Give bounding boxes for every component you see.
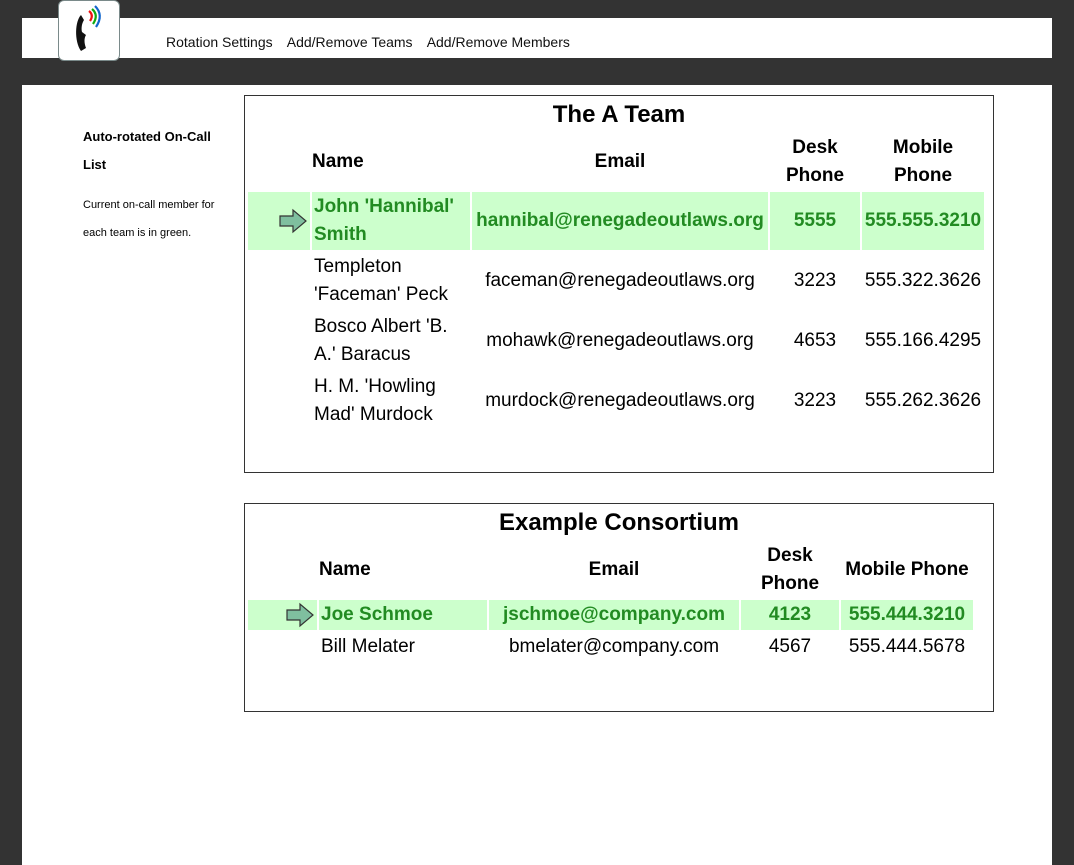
table-row: Templeton 'Faceman' Peck faceman@renegad… — [248, 252, 984, 310]
member-name: Bill Melater — [321, 636, 415, 658]
member-desk-phone: 4653 — [793, 330, 837, 351]
member-mobile-phone: 555.166.4295 — [864, 330, 982, 351]
name-header: Name — [319, 559, 371, 580]
sidebar-note: Current on-call member for each team is … — [83, 199, 215, 239]
nav-menu: Rotation Settings Add/Remove Teams Add/R… — [166, 34, 581, 50]
arrow-cell — [248, 252, 310, 310]
desk-header: Desk Phone — [785, 137, 845, 186]
arrow-cell — [248, 632, 317, 662]
email-header: Email — [594, 151, 646, 172]
team-table: Name Email Desk Phone Mobile Phone Joe S… — [246, 540, 975, 664]
arrow-right-icon — [279, 208, 307, 234]
table-row: H. M. 'Howling Mad' Murdock murdock@rene… — [248, 372, 984, 430]
table-row-oncall: John 'Hannibal' Smith hannibal@renegadeo… — [248, 192, 984, 250]
member-email: mohawk@renegadeoutlaws.org — [486, 330, 754, 351]
member-name: Bosco Albert 'B. A.' Baracus — [314, 316, 448, 365]
member-desk-phone: 4123 — [741, 600, 839, 631]
team-title: The A Team — [552, 101, 686, 128]
mobile-header: Mobile Phone — [892, 137, 954, 186]
nav-rotation-settings[interactable]: Rotation Settings — [166, 34, 273, 50]
table-header-row: Name Email Desk Phone Mobile Phone — [248, 542, 973, 598]
team-title: Example Consortium — [498, 509, 740, 536]
arrow-right-icon — [286, 602, 314, 628]
table-row: Bill Melater bmelater@company.com 4567 5… — [248, 632, 973, 662]
member-mobile-phone: 555.262.3626 — [864, 390, 982, 411]
member-email: faceman@renegadeoutlaws.org — [485, 270, 755, 291]
member-desk-phone: 4567 — [768, 636, 812, 658]
member-name: John 'Hannibal' Smith — [312, 192, 470, 250]
nav-add-remove-teams[interactable]: Add/Remove Teams — [287, 34, 413, 50]
member-name: Templeton 'Faceman' Peck — [314, 256, 448, 305]
table-row-oncall: Joe Schmoe jschmoe@company.com 4123 555.… — [248, 600, 973, 631]
email-header: Email — [588, 559, 640, 580]
arrow-cell — [248, 312, 310, 370]
table-header-row: Name Email Desk Phone Mobile Phone — [248, 134, 984, 190]
name-header: Name — [312, 151, 364, 172]
member-desk-phone: 5555 — [770, 192, 860, 250]
sidebar: Auto-rotated On-Call List Current on-cal… — [83, 123, 223, 247]
member-mobile-phone: 555.322.3626 — [864, 270, 982, 291]
member-email: hannibal@renegadeoutlaws.org — [472, 192, 768, 250]
oncall-arrow-cell — [248, 600, 317, 631]
arrow-header — [248, 134, 310, 190]
main-content: Auto-rotated On-Call List Current on-cal… — [22, 85, 1052, 865]
oncall-arrow-cell — [248, 192, 310, 250]
member-email: murdock@renegadeoutlaws.org — [485, 390, 755, 411]
table-row: Bosco Albert 'B. A.' Baracus mohawk@rene… — [248, 312, 984, 370]
member-desk-phone: 3223 — [793, 270, 837, 291]
app-logo[interactable] — [58, 0, 120, 61]
team-panel-example-consortium: Example Consortium Name Email Desk Phone… — [244, 503, 994, 712]
nav-add-remove-members[interactable]: Add/Remove Members — [427, 34, 570, 50]
member-desk-phone: 3223 — [793, 390, 837, 411]
member-mobile-phone: 555.444.3210 — [841, 600, 973, 631]
member-mobile-phone: 555.444.5678 — [848, 636, 966, 658]
member-email: bmelater@company.com — [508, 636, 720, 658]
arrow-header — [248, 542, 317, 598]
member-email: jschmoe@company.com — [489, 600, 739, 631]
sidebar-title: Auto-rotated On-Call List — [83, 129, 211, 172]
team-table: Name Email Desk Phone Mobile Phone John … — [246, 132, 986, 432]
member-name: H. M. 'Howling Mad' Murdock — [314, 376, 436, 425]
top-navbar: Rotation Settings Add/Remove Teams Add/R… — [22, 18, 1052, 58]
member-mobile-phone: 555.555.3210 — [862, 192, 984, 250]
desk-header: Desk Phone — [760, 545, 820, 594]
phone-icon — [76, 5, 101, 51]
arrow-cell — [248, 372, 310, 430]
mobile-header: Mobile Phone — [845, 559, 969, 580]
member-name: Joe Schmoe — [319, 600, 487, 631]
team-panel-a-team: The A Team Name Email Desk Phone Mobile … — [244, 95, 994, 473]
